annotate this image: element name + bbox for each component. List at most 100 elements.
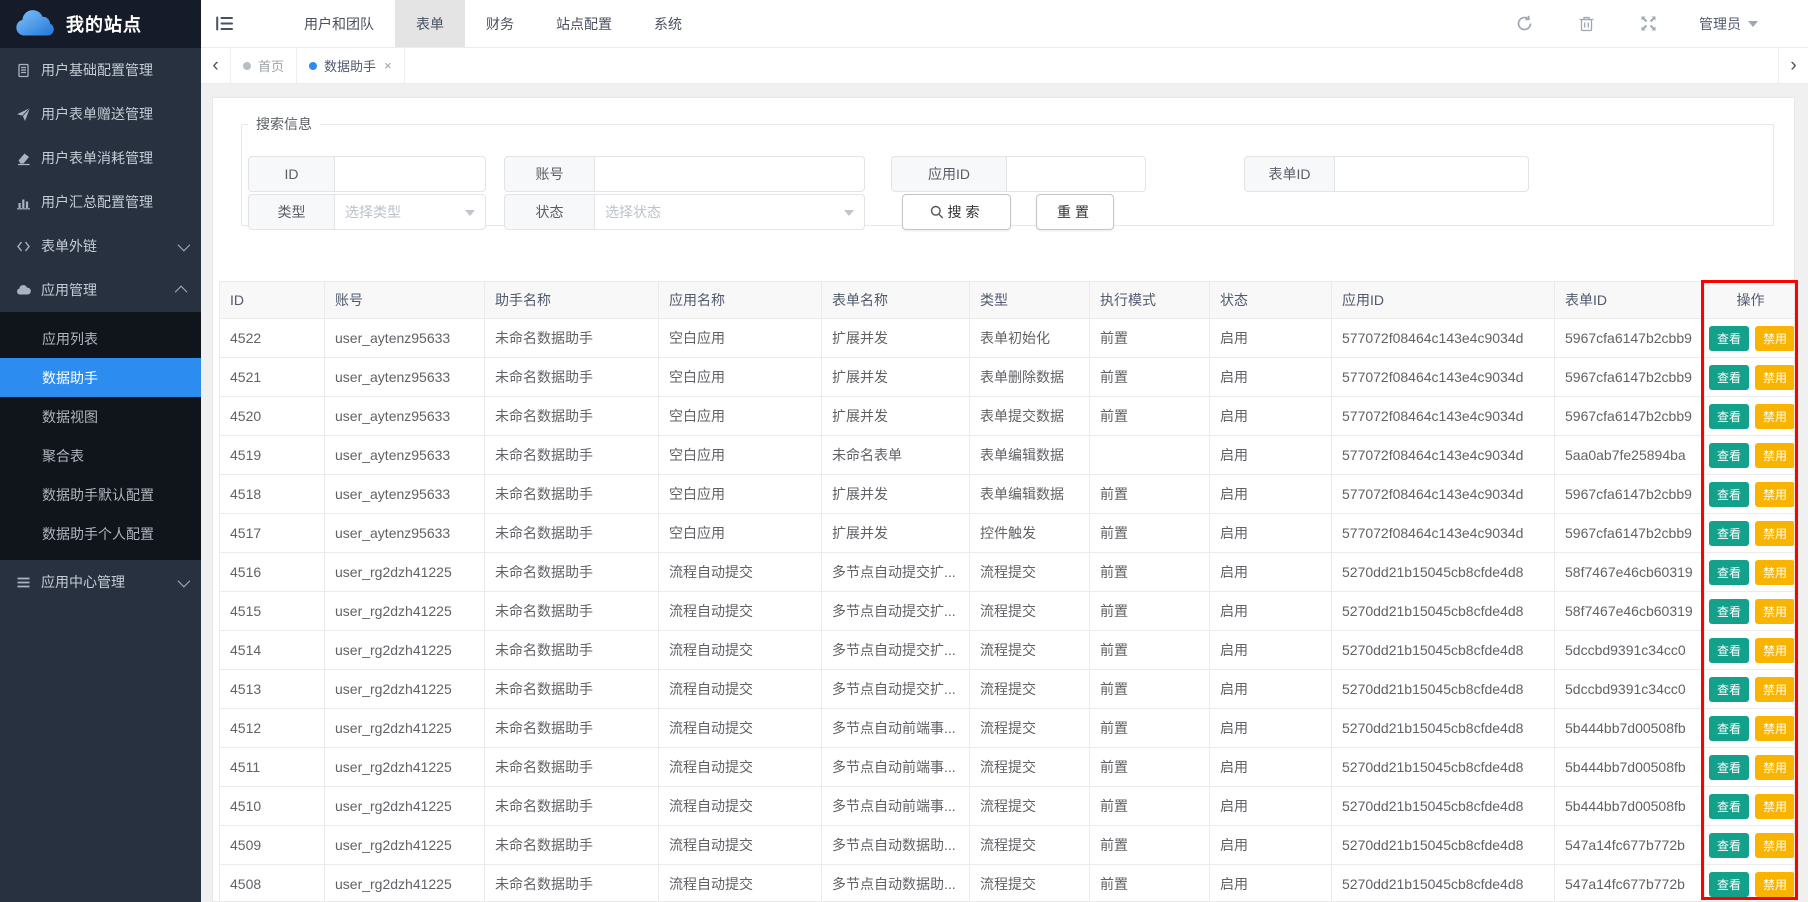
search-field-type-label: 类型	[248, 194, 334, 230]
search-panel: 搜索信息 ID 账号 应用ID 表单ID 类型 选择	[241, 114, 1774, 226]
cell: 4513	[220, 670, 325, 709]
cell: 未命名数据助手	[485, 748, 659, 787]
cell: user_rg2dzh41225	[325, 670, 485, 709]
disable-button[interactable]: 禁用	[1755, 677, 1795, 702]
sidebar-collapse-icon[interactable]	[201, 0, 247, 47]
view-button[interactable]: 查看	[1709, 443, 1749, 468]
sidebar-item-1[interactable]: 用户表单赠送管理	[0, 92, 201, 136]
nav-item-4[interactable]: 系统	[633, 0, 703, 47]
cell: 流程自动提交	[659, 631, 822, 670]
view-button[interactable]: 查看	[1709, 716, 1749, 741]
view-button[interactable]: 查看	[1709, 365, 1749, 390]
formid-input[interactable]	[1345, 166, 1518, 182]
view-button[interactable]: 查看	[1709, 677, 1749, 702]
view-button[interactable]: 查看	[1709, 833, 1749, 858]
nav-item-0[interactable]: 用户和团队	[283, 0, 395, 47]
reset-button[interactable]: 重置	[1036, 194, 1114, 230]
cell: 4511	[220, 748, 325, 787]
table-row: 4511user_rg2dzh41225未命名数据助手流程自动提交多节点自动前端…	[220, 748, 1796, 787]
sidebar-item-4[interactable]: 表单外链	[0, 224, 201, 268]
search-button[interactable]: 搜索	[902, 194, 1011, 230]
user-menu[interactable]: 管理员	[1699, 14, 1758, 34]
content-card: 搜索信息 ID 账号 应用ID 表单ID 类型 选择	[212, 97, 1795, 902]
disable-button[interactable]: 禁用	[1755, 482, 1795, 507]
column-header-8: 应用ID	[1332, 282, 1555, 319]
site-name: 我的站点	[66, 11, 142, 37]
cell: 启用	[1210, 631, 1332, 670]
sidebar-item-5[interactable]: 应用管理	[0, 268, 201, 312]
tab-1[interactable]: 数据助手×	[297, 48, 405, 83]
table-row: 4514user_rg2dzh41225未命名数据助手流程自动提交多节点自动提交…	[220, 631, 1796, 670]
view-button[interactable]: 查看	[1709, 638, 1749, 663]
view-button[interactable]: 查看	[1709, 794, 1749, 819]
tab-0[interactable]: 首页	[231, 48, 297, 83]
tabs-scroll-left-icon[interactable]: ‹	[201, 48, 231, 83]
cell: 前置	[1090, 358, 1210, 397]
disable-button[interactable]: 禁用	[1755, 521, 1795, 546]
refresh-icon[interactable]	[1516, 15, 1533, 32]
cell: 4515	[220, 592, 325, 631]
fullscreen-icon[interactable]	[1640, 15, 1657, 32]
top-header: 用户和团队表单财务站点配置系统	[201, 0, 1808, 48]
sidebar-item-3[interactable]: 用户汇总配置管理	[0, 180, 201, 224]
view-button[interactable]: 查看	[1709, 404, 1749, 429]
disable-button[interactable]: 禁用	[1755, 326, 1795, 351]
sidebar-subitem-2[interactable]: 数据视图	[0, 397, 201, 436]
sidebar-subitem-0[interactable]: 应用列表	[0, 319, 201, 358]
cell: 未命名表单	[822, 436, 970, 475]
disable-button[interactable]: 禁用	[1755, 716, 1795, 741]
cell: 启用	[1210, 514, 1332, 553]
disable-button[interactable]: 禁用	[1755, 872, 1795, 897]
sidebar-subitem-3[interactable]: 聚合表	[0, 436, 201, 475]
sidebar-item-6[interactable]: 应用中心管理	[0, 560, 201, 604]
nav-item-2[interactable]: 财务	[465, 0, 535, 47]
cell: 表单提交数据	[970, 397, 1090, 436]
cell: 空白应用	[659, 319, 822, 358]
view-button[interactable]: 查看	[1709, 326, 1749, 351]
view-button[interactable]: 查看	[1709, 599, 1749, 624]
disable-button[interactable]: 禁用	[1755, 638, 1795, 663]
sidebar-subitem-5[interactable]: 数据助手个人配置	[0, 514, 201, 553]
sidebar-item-2[interactable]: 用户表单消耗管理	[0, 136, 201, 180]
tabs-scroll-right-icon[interactable]: ›	[1778, 48, 1808, 83]
account-input[interactable]	[605, 166, 854, 182]
disable-button[interactable]: 禁用	[1755, 599, 1795, 624]
nav-item-1[interactable]: 表单	[395, 0, 465, 47]
cell: 启用	[1210, 397, 1332, 436]
nav-item-3[interactable]: 站点配置	[535, 0, 633, 47]
cell: 前置	[1090, 592, 1210, 631]
disable-button[interactable]: 禁用	[1755, 404, 1795, 429]
cell: 前置	[1090, 553, 1210, 592]
disable-button[interactable]: 禁用	[1755, 833, 1795, 858]
header-actions: 管理员	[1471, 0, 1808, 47]
actions-cell: 查看禁用	[1705, 787, 1796, 826]
appid-input[interactable]	[1017, 166, 1135, 182]
view-button[interactable]: 查看	[1709, 755, 1749, 780]
view-button[interactable]: 查看	[1709, 560, 1749, 585]
cell: 5270dd21b15045cb8cfde4d8	[1332, 748, 1555, 787]
disable-button[interactable]: 禁用	[1755, 443, 1795, 468]
cell: 未命名数据助手	[485, 709, 659, 748]
cell: 多节点自动前端事...	[822, 748, 970, 787]
type-select[interactable]: 选择类型	[334, 194, 486, 230]
site-logo[interactable]: 我的站点	[0, 0, 201, 48]
view-button[interactable]: 查看	[1709, 872, 1749, 897]
disable-button[interactable]: 禁用	[1755, 560, 1795, 585]
disable-button[interactable]: 禁用	[1755, 794, 1795, 819]
cell: 577072f08464c143e4c9034d	[1332, 397, 1555, 436]
sidebar-subitem-4[interactable]: 数据助手默认配置	[0, 475, 201, 514]
cell: 5b444bb7d00508fb	[1555, 709, 1705, 748]
close-icon[interactable]: ×	[384, 58, 392, 73]
cell: 5270dd21b15045cb8cfde4d8	[1332, 826, 1555, 865]
sidebar-item-0[interactable]: 用户基础配置管理	[0, 48, 201, 92]
view-button[interactable]: 查看	[1709, 482, 1749, 507]
id-input[interactable]	[345, 166, 475, 182]
view-button[interactable]: 查看	[1709, 521, 1749, 546]
cell: 流程自动提交	[659, 787, 822, 826]
sidebar-subitem-1[interactable]: 数据助手	[0, 358, 201, 397]
disable-button[interactable]: 禁用	[1755, 365, 1795, 390]
actions-cell: 查看禁用	[1705, 631, 1796, 670]
trash-icon[interactable]	[1578, 15, 1595, 32]
disable-button[interactable]: 禁用	[1755, 755, 1795, 780]
status-select[interactable]: 选择状态	[594, 194, 865, 230]
